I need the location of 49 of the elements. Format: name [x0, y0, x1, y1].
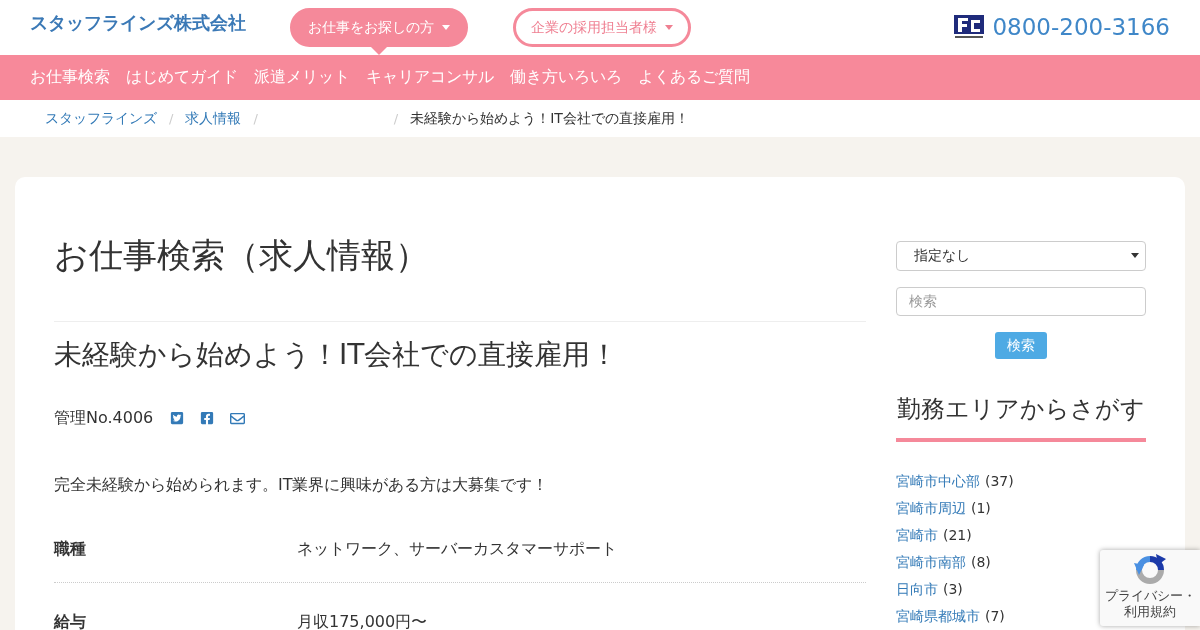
breadcrumb-separator: / — [392, 111, 400, 126]
area-count: (37) — [985, 472, 1014, 491]
area-select[interactable]: 指定なし — [896, 241, 1146, 271]
detail-value: ネットワーク、サーバーカスタマーサポート — [297, 538, 618, 560]
breadcrumb-link[interactable]: 求人情報 — [185, 109, 242, 128]
recaptcha-logo-icon — [1133, 553, 1167, 587]
recaptcha-caption[interactable]: プライバシー・利用規約 — [1103, 588, 1197, 620]
nav-link[interactable]: よくあるご質問 — [638, 67, 750, 88]
company-logo[interactable]: スタッフラインズ株式会社 — [30, 11, 246, 35]
audience-tab[interactable]: 企業の採用担当者様 — [513, 8, 691, 47]
caret-icon — [1131, 253, 1139, 259]
area-link[interactable]: 日向市 — [896, 576, 938, 603]
page-title: お仕事検索（求人情報） — [54, 234, 430, 277]
area-count: (21) — [943, 526, 972, 545]
area-link[interactable]: 宮崎市 — [896, 522, 938, 549]
breadcrumb-separator: / — [168, 111, 175, 126]
detail-label: 職種 — [54, 538, 87, 560]
detail-label: 給与 — [54, 611, 87, 630]
detail-value: 月収175,000円〜 — [297, 611, 429, 630]
search-button[interactable]: 検索 — [995, 332, 1047, 359]
breadcrumb-current: 未経験から始めよう！IT会社での直接雇用！ — [410, 109, 689, 128]
nav-link[interactable]: キャリアコンサル — [366, 67, 494, 88]
nav-link[interactable]: 派遣メリット — [254, 67, 350, 88]
area-count: (1) — [971, 499, 991, 518]
management-number: 管理No.4006 — [54, 407, 154, 429]
job-description: 完全未経験から始められます。IT業界に興味がある方は大募集です！ — [54, 474, 550, 496]
area-link[interactable]: 宮崎市中心部 — [896, 468, 980, 495]
area-count: (7) — [985, 607, 1005, 626]
facebook-icon[interactable] — [200, 411, 215, 425]
breadcrumb-separator: / — [252, 111, 259, 126]
audience-tab[interactable]: お仕事をお探しの方 — [290, 8, 468, 47]
area-heading: 勤務エリアからさがす — [896, 393, 1146, 442]
mail-icon[interactable] — [230, 410, 246, 426]
nav-link[interactable]: 働き方いろいろ — [510, 67, 622, 88]
area-link[interactable]: 宮崎市周辺 — [896, 495, 966, 522]
breadcrumb-link[interactable]: スタッフラインズ — [45, 109, 157, 128]
job-title: 未経験から始めよう！IT会社での直接雇用！ — [54, 337, 620, 373]
area-count: (3) — [943, 580, 963, 599]
nav-link[interactable]: お仕事検索 — [30, 67, 110, 88]
caret-icon — [442, 25, 450, 30]
search-field[interactable]: 検索 — [896, 286, 1146, 317]
twitter-icon[interactable] — [170, 411, 185, 425]
area-link[interactable]: 宮崎市南部 — [896, 549, 966, 576]
free-dial-logo-icon — [954, 15, 985, 39]
caret-icon — [665, 25, 673, 30]
area-count: (8) — [971, 553, 991, 572]
phone-number[interactable]: 0800-200-3166 — [992, 13, 1170, 41]
nav-link[interactable]: はじめてガイド — [126, 67, 238, 88]
area-link[interactable]: 宮崎県都城市 — [896, 603, 980, 630]
